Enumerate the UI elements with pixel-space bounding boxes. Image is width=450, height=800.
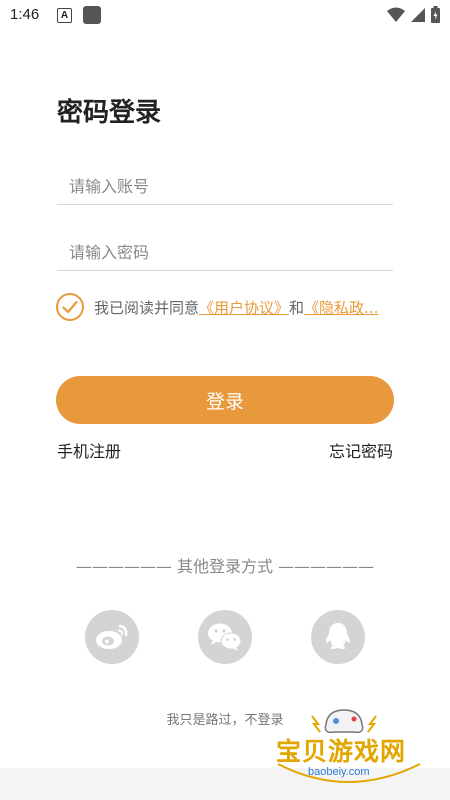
- agreement-and: 和: [289, 298, 305, 317]
- watermark-logo: 宝贝游戏网 baobeiy.com: [268, 702, 428, 800]
- app-notification-icon: A: [57, 8, 72, 23]
- agreement-row: 我已阅读并同意 《用户协议》 和 《隐私政...: [56, 293, 401, 321]
- agreement-checkbox[interactable]: [56, 293, 84, 321]
- account-field[interactable]: [57, 168, 405, 205]
- status-bar: 1:46 A: [0, 0, 450, 32]
- login-button[interactable]: 登录: [56, 376, 394, 424]
- other-login-title: —————— 其他登录方式 ——————: [75, 557, 375, 576]
- agreement-prefix: 我已阅读并同意: [94, 298, 200, 317]
- user-agreement-link[interactable]: 《用户协议》: [199, 297, 289, 318]
- wifi-icon: [387, 7, 405, 22]
- notification-square-icon: [83, 6, 101, 24]
- status-time: 1:46: [10, 6, 40, 23]
- page-title: 密码登录: [57, 98, 162, 128]
- phone-register-link[interactable]: 手机注册: [57, 438, 121, 462]
- qq-icon: [326, 623, 350, 649]
- battery-icon: [431, 6, 440, 23]
- watermark-url: baobeiy.com: [308, 766, 370, 778]
- watermark-text: 宝贝游戏网: [276, 737, 407, 766]
- account-input[interactable]: [57, 168, 405, 204]
- signal-icon: [411, 7, 425, 22]
- check-icon: [62, 300, 78, 314]
- password-field[interactable]: [57, 234, 405, 271]
- password-input[interactable]: [57, 234, 405, 270]
- qq-login-button[interactable]: [311, 610, 365, 664]
- forgot-password-link[interactable]: 忘记密码: [329, 438, 393, 462]
- wechat-login-button[interactable]: [198, 610, 252, 664]
- weibo-login-button[interactable]: [85, 610, 139, 664]
- wechat-icon: [208, 623, 242, 651]
- weibo-icon: [96, 624, 128, 649]
- status-icons: [387, 6, 440, 23]
- privacy-policy-link[interactable]: 《隐私政...: [304, 297, 378, 318]
